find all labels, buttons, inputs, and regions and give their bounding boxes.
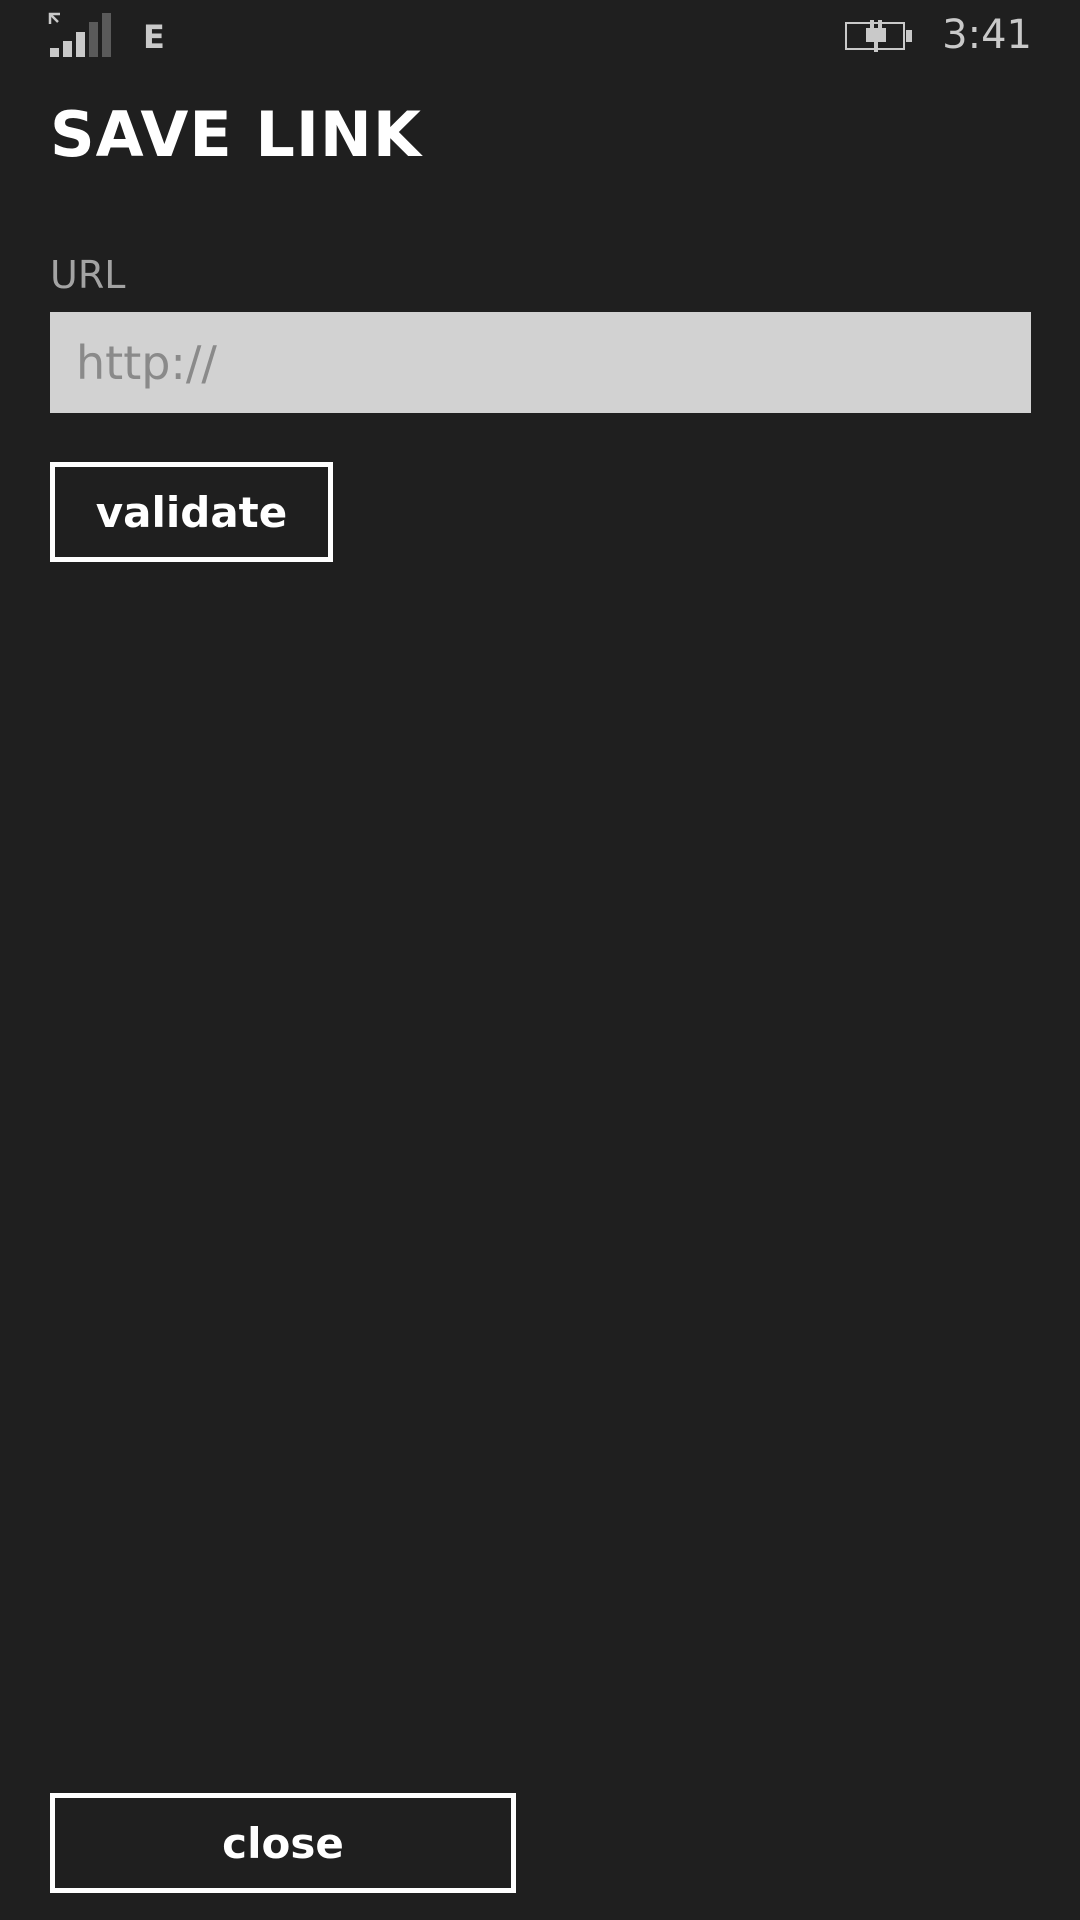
network-type-label: E xyxy=(143,18,165,56)
battery-charging-icon xyxy=(845,20,912,52)
clock: 3:41 xyxy=(942,12,1032,58)
url-label: URL xyxy=(50,253,126,297)
status-bar: E 3:41 xyxy=(0,0,1080,72)
validate-button[interactable]: validate xyxy=(50,462,333,562)
signal-strength-icon xyxy=(48,12,111,57)
page-title: SAVE LINK xyxy=(50,98,422,171)
url-input[interactable] xyxy=(50,312,1031,413)
close-button[interactable]: close xyxy=(50,1793,516,1893)
